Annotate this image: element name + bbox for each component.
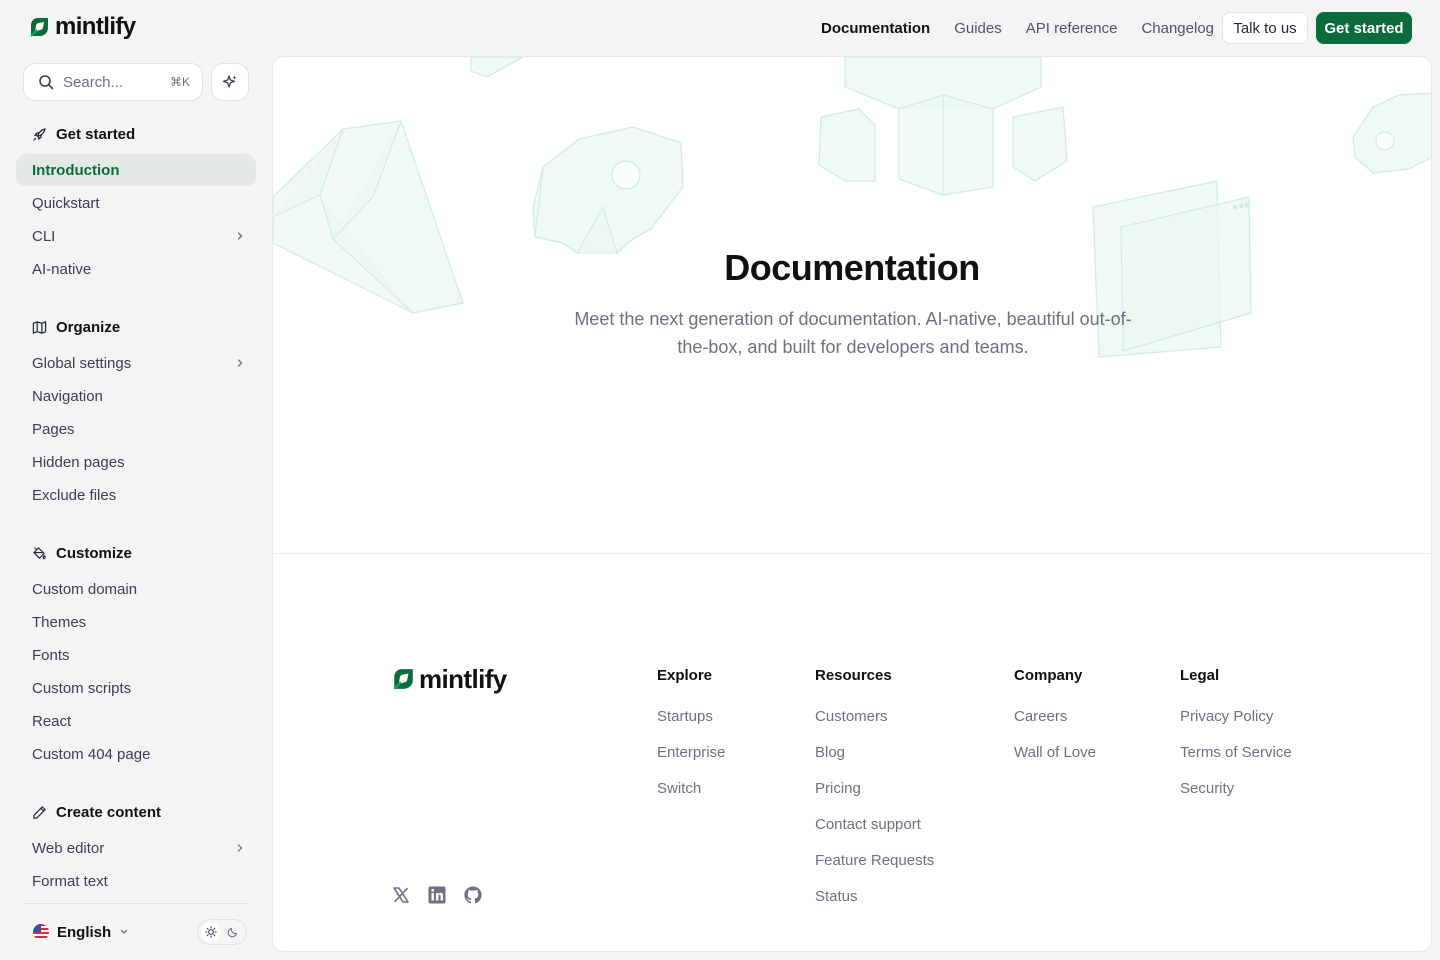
chevron-right-icon (237, 844, 243, 852)
search-placeholder: Search... (63, 73, 124, 91)
footer-brand-name: mintlify (419, 663, 507, 694)
social-links (391, 885, 483, 905)
top-navigation: Documentation Guides API reference Chang… (821, 0, 1214, 56)
sidebar-item-label: Web editor (32, 839, 105, 857)
map-icon (32, 320, 47, 335)
group-title-organize: Organize (56, 318, 121, 336)
group-title-customize: Customize (56, 544, 132, 562)
theme-toggle[interactable] (197, 919, 247, 945)
pencil-icon (32, 805, 47, 820)
footer-link-privacy-policy[interactable]: Privacy Policy (1180, 699, 1292, 735)
sidebar-item-react[interactable]: React (16, 705, 256, 737)
chevron-right-icon (237, 359, 243, 367)
us-flag-icon (33, 924, 49, 940)
sidebar-item-format-text[interactable]: Format text (16, 865, 256, 897)
sidebar: Search... ⌘K Get started Introduction Qu… (0, 56, 272, 960)
mintlify-logo[interactable]: mintlify (28, 13, 136, 40)
sun-icon[interactable] (201, 922, 221, 942)
search-shortcut: ⌘K (169, 75, 190, 89)
github-icon[interactable] (463, 885, 483, 905)
linkedin-icon[interactable] (427, 885, 447, 905)
moon-icon[interactable] (223, 922, 243, 942)
sidebar-item-navigation[interactable]: Navigation (16, 380, 256, 412)
talk-to-us-button[interactable]: Talk to us (1222, 12, 1308, 44)
footer-link-customers[interactable]: Customers (815, 699, 934, 735)
search-input[interactable]: Search... ⌘K (23, 63, 203, 101)
nav-guides[interactable]: Guides (954, 20, 1002, 37)
footer-link-switch[interactable]: Switch (657, 771, 725, 807)
footer-column-legal: Legal Privacy Policy Terms of Service Se… (1180, 667, 1292, 807)
footer-link-contact-support[interactable]: Contact support (815, 807, 934, 843)
top-bar: mintlify Documentation Guides API refere… (0, 0, 1440, 56)
sidebar-item-cli[interactable]: CLI (16, 220, 256, 252)
footer-link-terms-of-service[interactable]: Terms of Service (1180, 735, 1292, 771)
footer-heading: Company (1014, 667, 1083, 684)
chevron-down-icon (121, 929, 128, 934)
footer-column-resources: Resources Customers Blog Pricing Contact… (815, 667, 934, 915)
mintlify-logo-mark-icon (30, 18, 48, 37)
sidebar-item-custom-domain[interactable]: Custom domain (16, 573, 256, 605)
language-label: English (57, 923, 112, 941)
get-started-button[interactable]: Get started (1316, 12, 1412, 44)
footer-column-explore: Explore Startups Enterprise Switch (657, 667, 725, 807)
footer-link-wall-of-love[interactable]: Wall of Love (1014, 735, 1096, 771)
sidebar-item-label: CLI (32, 227, 56, 245)
footer-column-company: Company Careers Wall of Love (1014, 667, 1096, 771)
footer-heading: Resources (815, 667, 892, 684)
main-content: Documentation Meet the next generation o… (272, 56, 1432, 952)
sidebar-divider (24, 903, 248, 904)
search-icon (39, 75, 54, 90)
nav-api-reference[interactable]: API reference (1026, 20, 1118, 37)
language-selector[interactable]: English (33, 920, 129, 944)
group-create-content: Create content (32, 801, 161, 823)
paint-bucket-icon (32, 546, 47, 561)
group-title-create-content: Create content (56, 803, 162, 821)
brand-name: mintlify (55, 13, 136, 40)
mintlify-logo-mark-icon (393, 669, 413, 690)
footer-link-status[interactable]: Status (815, 879, 934, 915)
nav-documentation[interactable]: Documentation (821, 20, 930, 37)
ai-assistant-button[interactable] (211, 63, 249, 101)
footer-link-feature-requests[interactable]: Feature Requests (815, 843, 934, 879)
footer-link-security[interactable]: Security (1180, 771, 1292, 807)
page-title: Documentation (724, 247, 980, 288)
sidebar-item-pages[interactable]: Pages (16, 413, 256, 445)
footer-heading: Explore (657, 667, 713, 684)
sidebar-item-custom-404-page[interactable]: Custom 404 page (16, 738, 256, 770)
sidebar-item-custom-scripts[interactable]: Custom scripts (16, 672, 256, 704)
sidebar-item-fonts[interactable]: Fonts (16, 639, 256, 671)
footer-link-startups[interactable]: Startups (657, 699, 725, 735)
page-subtitle: Meet the next generation of documentatio… (574, 309, 1132, 357)
footer-link-enterprise[interactable]: Enterprise (657, 735, 725, 771)
group-get-started: Get started (32, 123, 135, 145)
sparkle-icon (222, 75, 237, 88)
sidebar-item-themes[interactable]: Themes (16, 606, 256, 638)
rocket-icon (32, 127, 47, 142)
nav-changelog[interactable]: Changelog (1141, 20, 1214, 37)
sidebar-item-quickstart[interactable]: Quickstart (16, 187, 256, 219)
group-title-get-started: Get started (56, 125, 136, 143)
sidebar-item-exclude-files[interactable]: Exclude files (16, 479, 256, 511)
footer-heading: Legal (1180, 667, 1220, 684)
chevron-right-icon (237, 232, 243, 240)
footer-link-pricing[interactable]: Pricing (815, 771, 934, 807)
sidebar-item-ai-native[interactable]: AI-native (16, 253, 256, 285)
x-icon[interactable] (391, 885, 411, 905)
group-organize: Organize (32, 316, 120, 338)
footer-link-careers[interactable]: Careers (1014, 699, 1096, 735)
footer-link-blog[interactable]: Blog (815, 735, 934, 771)
group-customize: Customize (32, 542, 132, 564)
sidebar-item-label: Global settings (32, 354, 132, 372)
sidebar-item-web-editor[interactable]: Web editor (16, 832, 256, 864)
footer-logo[interactable]: mintlify (391, 663, 507, 694)
sidebar-item-hidden-pages[interactable]: Hidden pages (16, 446, 256, 478)
hero-section: Documentation Meet the next generation o… (273, 57, 1431, 554)
sidebar-item-global-settings[interactable]: Global settings (16, 347, 256, 379)
sidebar-item-introduction[interactable]: Introduction (16, 154, 256, 186)
